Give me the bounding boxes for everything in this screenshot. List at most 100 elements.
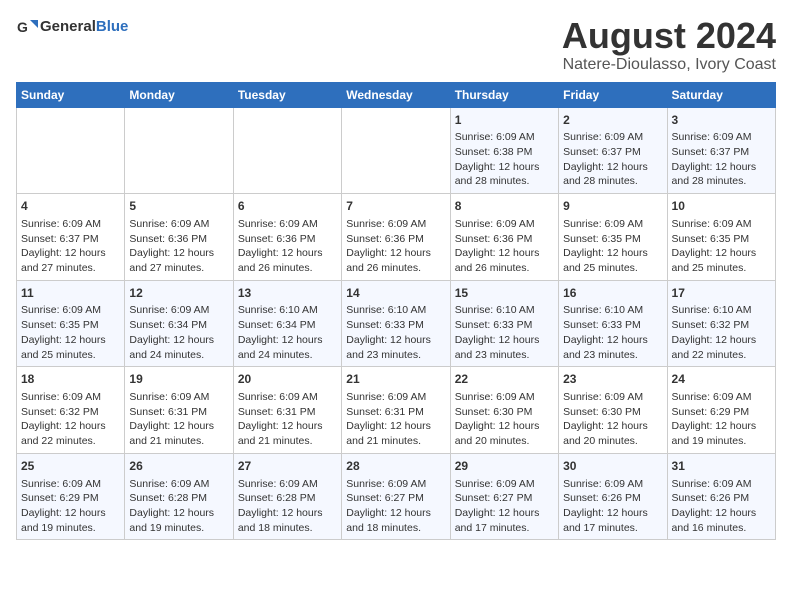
day-detail-line: and 17 minutes. bbox=[563, 521, 662, 536]
day-detail-line: Daylight: 12 hours bbox=[21, 333, 120, 348]
day-detail-line: and 20 minutes. bbox=[563, 434, 662, 449]
day-detail-line: Daylight: 12 hours bbox=[21, 419, 120, 434]
svg-text:G: G bbox=[17, 19, 28, 35]
day-detail-line: Sunrise: 6:09 AM bbox=[346, 477, 445, 492]
day-number: 11 bbox=[21, 285, 120, 302]
day-detail-line: and 16 minutes. bbox=[672, 521, 771, 536]
day-detail-line: Sunrise: 6:09 AM bbox=[672, 130, 771, 145]
day-detail-line: and 21 minutes. bbox=[346, 434, 445, 449]
calendar-cell bbox=[342, 107, 450, 194]
weekday-header-thursday: Thursday bbox=[450, 82, 558, 107]
day-detail-line: Sunset: 6:26 PM bbox=[672, 491, 771, 506]
day-detail-line: Sunrise: 6:09 AM bbox=[455, 390, 554, 405]
day-number: 10 bbox=[672, 198, 771, 215]
calendar-cell: 21Sunrise: 6:09 AMSunset: 6:31 PMDayligh… bbox=[342, 367, 450, 454]
calendar-cell: 18Sunrise: 6:09 AMSunset: 6:32 PMDayligh… bbox=[17, 367, 125, 454]
page-title: August 2024 bbox=[562, 16, 776, 56]
day-number: 1 bbox=[455, 112, 554, 129]
calendar-cell: 1Sunrise: 6:09 AMSunset: 6:38 PMDaylight… bbox=[450, 107, 558, 194]
day-number: 13 bbox=[238, 285, 337, 302]
day-detail-line: Sunset: 6:26 PM bbox=[563, 491, 662, 506]
day-detail-line: Sunset: 6:30 PM bbox=[563, 405, 662, 420]
day-detail-line: Daylight: 12 hours bbox=[238, 333, 337, 348]
day-detail-line: and 24 minutes. bbox=[238, 348, 337, 363]
day-detail-line: Sunset: 6:28 PM bbox=[238, 491, 337, 506]
calendar-week-1: 1Sunrise: 6:09 AMSunset: 6:38 PMDaylight… bbox=[17, 107, 776, 194]
day-detail-line: Sunset: 6:37 PM bbox=[21, 232, 120, 247]
day-number: 31 bbox=[672, 458, 771, 475]
day-detail-line: Daylight: 12 hours bbox=[672, 506, 771, 521]
day-detail-line: Sunrise: 6:09 AM bbox=[672, 477, 771, 492]
day-detail-line: Sunset: 6:33 PM bbox=[563, 318, 662, 333]
day-number: 30 bbox=[563, 458, 662, 475]
day-detail-line: Sunset: 6:36 PM bbox=[129, 232, 228, 247]
day-detail-line: Sunrise: 6:09 AM bbox=[563, 217, 662, 232]
calendar-cell bbox=[125, 107, 233, 194]
day-detail-line: and 21 minutes. bbox=[238, 434, 337, 449]
day-detail-line: Daylight: 12 hours bbox=[238, 246, 337, 261]
day-number: 19 bbox=[129, 371, 228, 388]
day-detail-line: Daylight: 12 hours bbox=[129, 419, 228, 434]
day-detail-line: Sunrise: 6:09 AM bbox=[238, 390, 337, 405]
day-detail-line: Daylight: 12 hours bbox=[346, 506, 445, 521]
calendar-cell: 12Sunrise: 6:09 AMSunset: 6:34 PMDayligh… bbox=[125, 280, 233, 367]
day-detail-line: Sunset: 6:32 PM bbox=[21, 405, 120, 420]
day-detail-line: Daylight: 12 hours bbox=[672, 246, 771, 261]
calendar-cell: 13Sunrise: 6:10 AMSunset: 6:34 PMDayligh… bbox=[233, 280, 341, 367]
day-detail-line: Daylight: 12 hours bbox=[346, 333, 445, 348]
day-detail-line: Daylight: 12 hours bbox=[455, 333, 554, 348]
calendar-cell: 25Sunrise: 6:09 AMSunset: 6:29 PMDayligh… bbox=[17, 453, 125, 540]
day-detail-line: Sunset: 6:38 PM bbox=[455, 145, 554, 160]
day-detail-line: and 18 minutes. bbox=[238, 521, 337, 536]
day-detail-line: Sunrise: 6:09 AM bbox=[455, 217, 554, 232]
logo: G GeneralBlue bbox=[16, 16, 128, 38]
day-number: 17 bbox=[672, 285, 771, 302]
calendar-cell: 14Sunrise: 6:10 AMSunset: 6:33 PMDayligh… bbox=[342, 280, 450, 367]
day-detail-line: Sunrise: 6:09 AM bbox=[129, 477, 228, 492]
day-detail-line: Sunrise: 6:09 AM bbox=[21, 303, 120, 318]
day-number: 24 bbox=[672, 371, 771, 388]
day-detail-line: Sunset: 6:29 PM bbox=[672, 405, 771, 420]
weekday-header-saturday: Saturday bbox=[667, 82, 775, 107]
calendar-cell: 7Sunrise: 6:09 AMSunset: 6:36 PMDaylight… bbox=[342, 194, 450, 281]
day-detail-line: Sunset: 6:30 PM bbox=[455, 405, 554, 420]
day-detail-line: and 22 minutes. bbox=[21, 434, 120, 449]
day-detail-line: Sunrise: 6:09 AM bbox=[563, 390, 662, 405]
day-detail-line: and 28 minutes. bbox=[563, 174, 662, 189]
day-detail-line: and 26 minutes. bbox=[346, 261, 445, 276]
day-detail-line: Sunrise: 6:09 AM bbox=[672, 390, 771, 405]
day-detail-line: Sunrise: 6:09 AM bbox=[455, 130, 554, 145]
day-detail-line: and 21 minutes. bbox=[129, 434, 228, 449]
day-detail-line: Daylight: 12 hours bbox=[238, 419, 337, 434]
calendar-cell: 11Sunrise: 6:09 AMSunset: 6:35 PMDayligh… bbox=[17, 280, 125, 367]
day-number: 28 bbox=[346, 458, 445, 475]
calendar-cell: 4Sunrise: 6:09 AMSunset: 6:37 PMDaylight… bbox=[17, 194, 125, 281]
day-detail-line: and 25 minutes. bbox=[21, 348, 120, 363]
day-detail-line: Sunset: 6:35 PM bbox=[672, 232, 771, 247]
day-detail-line: and 19 minutes. bbox=[129, 521, 228, 536]
calendar-cell: 29Sunrise: 6:09 AMSunset: 6:27 PMDayligh… bbox=[450, 453, 558, 540]
day-detail-line: Sunset: 6:27 PM bbox=[455, 491, 554, 506]
day-detail-line: Sunrise: 6:10 AM bbox=[563, 303, 662, 318]
day-detail-line: and 26 minutes. bbox=[455, 261, 554, 276]
day-detail-line: and 26 minutes. bbox=[238, 261, 337, 276]
day-detail-line: Sunrise: 6:10 AM bbox=[672, 303, 771, 318]
calendar-cell: 26Sunrise: 6:09 AMSunset: 6:28 PMDayligh… bbox=[125, 453, 233, 540]
day-detail-line: and 18 minutes. bbox=[346, 521, 445, 536]
day-detail-line: Daylight: 12 hours bbox=[21, 506, 120, 521]
day-detail-line: and 24 minutes. bbox=[129, 348, 228, 363]
calendar-cell: 2Sunrise: 6:09 AMSunset: 6:37 PMDaylight… bbox=[559, 107, 667, 194]
day-detail-line: and 28 minutes. bbox=[455, 174, 554, 189]
day-detail-line: and 17 minutes. bbox=[455, 521, 554, 536]
day-detail-line: Sunrise: 6:09 AM bbox=[563, 477, 662, 492]
logo-general-text: General bbox=[40, 18, 96, 35]
day-detail-line: Daylight: 12 hours bbox=[672, 333, 771, 348]
weekday-header-wednesday: Wednesday bbox=[342, 82, 450, 107]
calendar-week-5: 25Sunrise: 6:09 AMSunset: 6:29 PMDayligh… bbox=[17, 453, 776, 540]
day-number: 18 bbox=[21, 371, 120, 388]
day-detail-line: Sunset: 6:27 PM bbox=[346, 491, 445, 506]
day-number: 27 bbox=[238, 458, 337, 475]
day-number: 12 bbox=[129, 285, 228, 302]
day-detail-line: Daylight: 12 hours bbox=[672, 160, 771, 175]
day-detail-line: Sunrise: 6:10 AM bbox=[238, 303, 337, 318]
